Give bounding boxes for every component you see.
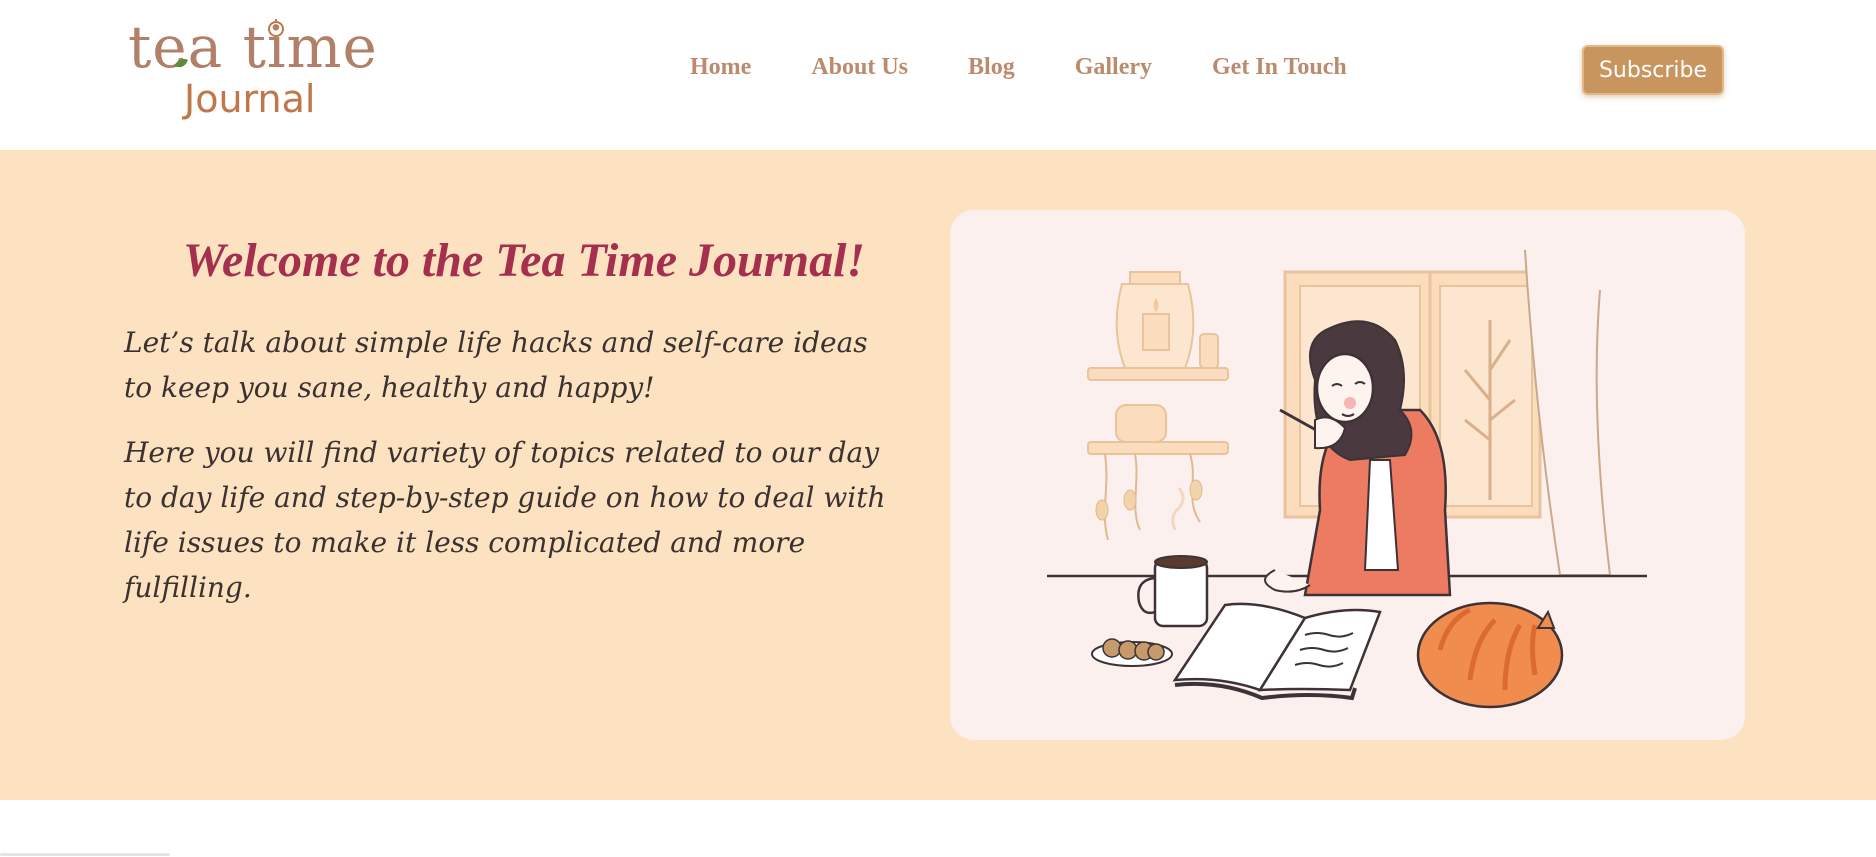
- main-nav: Home About Us Blog Gallery Get In Touch: [690, 54, 1407, 81]
- nav-link-gallery[interactable]: Gallery: [1075, 54, 1152, 81]
- nav-link-get-in-touch[interactable]: Get In Touch: [1212, 54, 1347, 81]
- nav-link-blog[interactable]: Blog: [968, 54, 1015, 81]
- hero-paragraph-details: Here you will find variety of topics rel…: [124, 436, 886, 604]
- hero-title: Welcome to the Tea Time Journal!: [182, 234, 866, 287]
- nav-link-home[interactable]: Home: [690, 54, 751, 81]
- hero-section: Welcome to the Tea Time Journal! Let’s t…: [0, 150, 1876, 800]
- hero-illustration: [950, 210, 1745, 740]
- subscribe-button[interactable]: Subscribe: [1582, 45, 1724, 95]
- hero-paragraph-intro: Let’s talk about simple life hacks and s…: [124, 326, 868, 404]
- horizontal-scrollbar[interactable]: [0, 853, 170, 856]
- teacup-leaf-icon: [174, 19, 284, 68]
- woman-journaling-illustration: [1047, 249, 1647, 709]
- nav-link-about-us[interactable]: About Us: [811, 54, 908, 81]
- site-logo[interactable]: tea time Journal: [128, 14, 388, 126]
- site-header: tea time Journal Home About Us Blog Gall…: [0, 0, 1876, 150]
